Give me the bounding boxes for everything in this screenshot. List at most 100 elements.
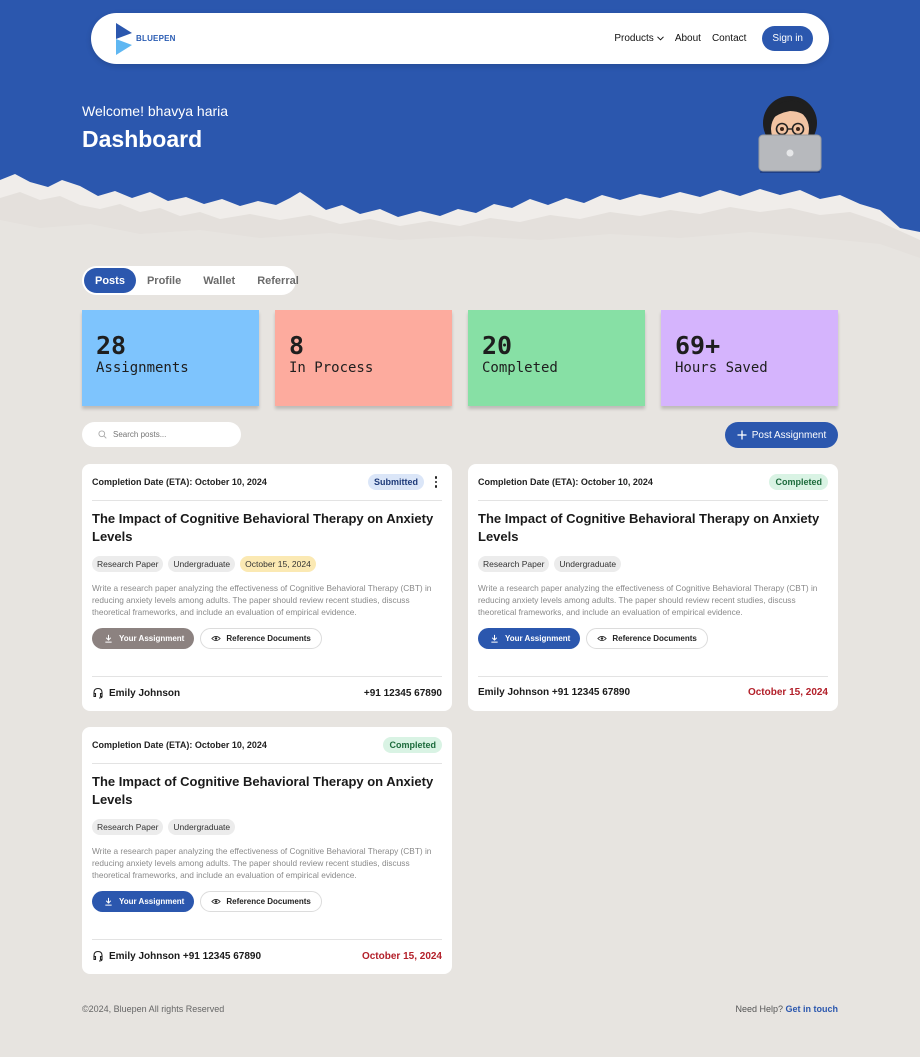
card-header: Completion Date (ETA): October 10, 2024 … (92, 727, 442, 764)
reference-documents-button[interactable]: Reference Documents (586, 628, 708, 649)
search-bar (82, 422, 241, 447)
tag-list: Research Paper Undergraduate (478, 556, 828, 572)
stat-value: 69+ (675, 331, 721, 360)
reference-documents-label: Reference Documents (612, 634, 697, 643)
nav-contact[interactable]: Contact (712, 33, 746, 44)
reference-documents-label: Reference Documents (226, 897, 311, 906)
eye-icon (211, 636, 222, 641)
eye-icon (211, 899, 222, 904)
chevron-down-icon (656, 36, 664, 41)
assignment-title: The Impact of Cognitive Behavioral Thera… (92, 511, 434, 544)
copyright-text: ©2024, Bluepen All rights Reserved (82, 1004, 225, 1014)
card-footer: Emily Johnson +91 12345 67890 October 15… (92, 939, 442, 962)
stat-label: Assignments (96, 360, 189, 376)
plus-icon (737, 430, 747, 440)
nav-products[interactable]: Products (614, 33, 664, 44)
contact-phone: +91 12345 67890 (363, 687, 442, 699)
assignment-description: Write a research paper analyzing the eff… (92, 846, 432, 880)
due-date: October 15, 2024 (361, 950, 442, 962)
tag-type: Research Paper (478, 556, 550, 572)
assignment-card: Completion Date (ETA): October 10, 2024 … (82, 727, 452, 974)
tag-list: Research Paper Undergraduate (92, 819, 442, 835)
signin-button[interactable]: Sign in (762, 26, 813, 51)
tag-type: Research Paper (92, 556, 164, 572)
download-icon (491, 634, 498, 643)
card-header: Completion Date (ETA): October 10, 2024 … (478, 464, 828, 501)
nav-about[interactable]: About (675, 33, 701, 44)
assignment-title: The Impact of Cognitive Behavioral Thera… (92, 774, 434, 807)
tag-level: Undergraduate (554, 556, 622, 572)
tag-level: Undergraduate (168, 556, 236, 572)
eta-text: Completion Date (ETA): October 10, 2024 (92, 740, 267, 750)
stat-value: 28 (96, 331, 127, 360)
headset-icon (93, 950, 103, 962)
reference-documents-button[interactable]: Reference Documents (200, 891, 322, 912)
help-text: Need Help? (735, 1004, 783, 1014)
page-title: Dashboard (82, 126, 203, 152)
your-assignment-label: Your Assignment (119, 897, 185, 906)
tag-level: Undergraduate (168, 819, 236, 835)
reference-documents-button[interactable]: Reference Documents (200, 628, 322, 649)
nav-products-label: Products (614, 33, 654, 44)
user-avatar[interactable] (754, 93, 826, 173)
stat-label: Hours Saved (675, 360, 768, 376)
tab-referral[interactable]: Referral (246, 268, 310, 293)
dashboard-tabs: Posts Profile Wallet Referral (82, 266, 299, 295)
card-footer: Emily Johnson +91 12345 67890 October 15… (478, 676, 828, 698)
top-navbar: BLUEPEN Products About Contact Sign in (91, 13, 829, 64)
help-section: Need Help? Get in touch (735, 1004, 838, 1014)
eta-text: Completion Date (ETA): October 10, 2024 (92, 477, 267, 487)
due-date: October 15, 2024 (747, 687, 828, 698)
download-icon (105, 897, 112, 906)
more-options-icon[interactable] (430, 476, 442, 488)
assignment-description: Write a research paper analyzing the eff… (478, 583, 818, 617)
search-input[interactable] (113, 430, 233, 439)
your-assignment-label: Your Assignment (119, 634, 185, 643)
tag-type: Research Paper (92, 819, 164, 835)
search-icon (98, 430, 107, 439)
contact-name: Emily Johnson (109, 687, 181, 699)
your-assignment-button[interactable]: Your Assignment (478, 628, 581, 649)
stat-label: Completed (482, 360, 558, 376)
stat-card-assignments: 28 Assignments (82, 310, 259, 406)
stat-card-completed: 20 Completed (468, 310, 645, 406)
bluepen-logo-icon (116, 22, 132, 55)
download-icon (105, 634, 112, 643)
card-header: Completion Date (ETA): October 10, 2024 … (92, 464, 442, 501)
your-assignment-button[interactable]: Your Assignment (92, 628, 195, 649)
tab-posts[interactable]: Posts (84, 268, 136, 293)
post-assignment-button[interactable]: Post Assignment (725, 422, 838, 448)
card-actions: Your Assignment Reference Documents (92, 891, 442, 912)
stat-card-hours-saved: 69+ Hours Saved (661, 310, 838, 406)
tag-date: October 15, 2024 (240, 556, 316, 572)
your-assignment-button[interactable]: Your Assignment (92, 891, 195, 912)
assignment-title: The Impact of Cognitive Behavioral Thera… (478, 511, 820, 544)
card-actions: Your Assignment Reference Documents (92, 628, 442, 649)
brand-logo[interactable]: BLUEPEN (115, 22, 176, 55)
headset-icon (93, 687, 103, 699)
stat-value: 20 (482, 331, 513, 360)
stat-label: In Process (289, 360, 374, 376)
eta-text: Completion Date (ETA): October 10, 2024 (478, 477, 653, 487)
status-badge: Completed (383, 737, 442, 753)
eye-icon (597, 636, 608, 641)
contact-info: Emily Johnson +91 12345 67890 (478, 687, 631, 698)
logo-text: BLUEPEN (136, 34, 176, 43)
card-footer: Emily Johnson +91 12345 67890 (92, 676, 442, 699)
status-badge: Submitted (368, 474, 424, 490)
stat-value: 8 (289, 331, 305, 360)
assignment-description: Write a research paper analyzing the eff… (92, 583, 432, 617)
status-badge: Completed (769, 474, 828, 490)
post-assignment-label: Post Assignment (751, 429, 827, 441)
reference-documents-label: Reference Documents (226, 634, 311, 643)
nav-links: Products About Contact Sign in (614, 26, 813, 51)
stat-card-in-process: 8 In Process (275, 310, 452, 406)
welcome-text: Welcome! bhavya haria (82, 103, 229, 119)
get-in-touch-link[interactable]: Get in touch (786, 1004, 839, 1014)
card-actions: Your Assignment Reference Documents (478, 628, 828, 649)
assignment-card: Completion Date (ETA): October 10, 2024 … (82, 464, 452, 711)
tag-list: Research Paper Undergraduate October 15,… (92, 556, 442, 572)
tab-profile[interactable]: Profile (136, 268, 192, 293)
tab-wallet[interactable]: Wallet (192, 268, 246, 293)
assignment-card: Completion Date (ETA): October 10, 2024 … (468, 464, 838, 711)
